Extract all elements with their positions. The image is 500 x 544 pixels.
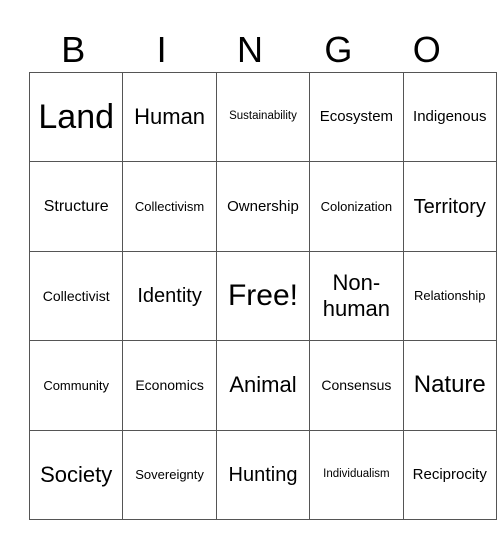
bingo-cell[interactable]: Land — [28, 71, 124, 163]
bingo-cell[interactable]: Individualism — [309, 429, 404, 520]
bingo-row: Land Human Sustainability Ecosystem Indi… — [28, 71, 497, 163]
header-letter-i: I — [156, 29, 167, 70]
bingo-cell[interactable]: Collectivism — [122, 161, 217, 252]
bingo-cell[interactable]: Sustainability — [215, 71, 311, 163]
bingo-row: Society Sovereignty Hunting Individualis… — [28, 429, 497, 520]
header-letter-b: B — [61, 29, 86, 70]
bingo-cell[interactable]: Territory — [402, 161, 497, 252]
header-letter-n: N — [236, 29, 263, 70]
bingo-cell[interactable]: Reciprocity — [402, 429, 497, 520]
bingo-cell[interactable]: Colonization — [309, 161, 404, 252]
bingo-cell[interactable]: Ownership — [215, 161, 311, 252]
free-space-cell[interactable]: Free! — [215, 250, 311, 342]
bingo-cell[interactable]: Collectivist — [28, 250, 124, 342]
bingo-cell[interactable]: Relationship — [402, 250, 497, 342]
bingo-cell[interactable]: Community — [28, 340, 124, 431]
bingo-cell[interactable]: Ecosystem — [309, 71, 404, 163]
header-letter-o: O — [412, 29, 441, 70]
bingo-cell[interactable]: Economics — [122, 340, 217, 431]
bingo-row: Community Economics Animal Consensus Nat… — [28, 340, 497, 431]
bingo-cell[interactable]: Hunting — [215, 429, 311, 520]
bingo-cell[interactable]: Animal — [215, 340, 311, 431]
bingo-header: B I N G O — [29, 28, 471, 72]
bingo-cell[interactable]: Sovereignty — [122, 429, 217, 520]
bingo-cell[interactable]: Human — [122, 71, 217, 163]
bingo-cell[interactable]: Indigenous — [402, 71, 497, 163]
bingo-cell[interactable]: Non-human — [309, 250, 404, 342]
bingo-cell[interactable]: Consensus — [309, 340, 404, 431]
bingo-row: Collectivist Identity Free! Non-human Re… — [28, 250, 497, 342]
bingo-cell[interactable]: Structure — [28, 161, 124, 252]
header-letter-g: G — [324, 29, 353, 70]
bingo-cell[interactable]: Nature — [402, 340, 497, 431]
bingo-card-grid: Land Human Sustainability Ecosystem Indi… — [28, 71, 497, 520]
bingo-cell[interactable]: Society — [28, 429, 124, 520]
bingo-cell[interactable]: Identity — [122, 250, 217, 342]
bingo-row: Structure Collectivism Ownership Coloniz… — [28, 161, 497, 252]
